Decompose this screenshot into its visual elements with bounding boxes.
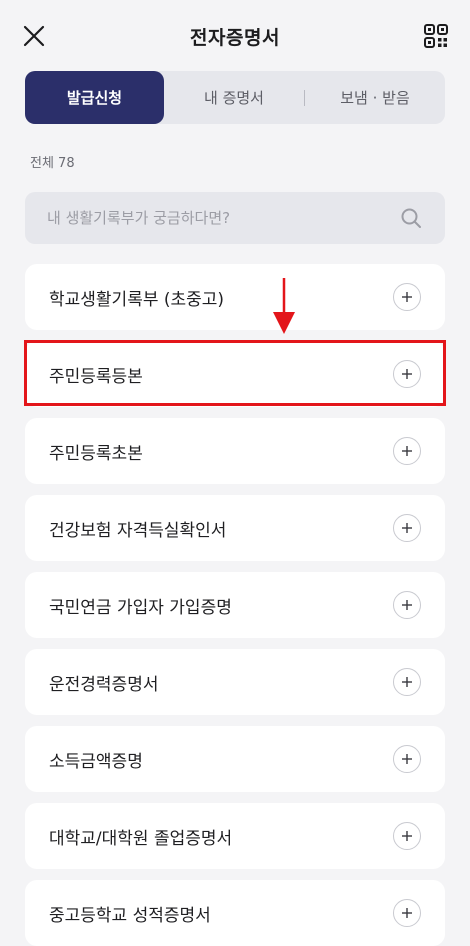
search-input[interactable] <box>47 209 399 227</box>
tab-my-certificates[interactable]: 내 증명서 <box>164 71 304 124</box>
plus-icon[interactable] <box>393 360 421 388</box>
app-screen: 전자증명서 발급신청 내 증명서 보냄 · 받음 전체 78 내 생활기록부가 … <box>0 0 470 946</box>
list-item[interactable]: 건강보험 자격득실확인서 <box>25 495 445 561</box>
plus-icon[interactable] <box>393 745 421 773</box>
plus-icon[interactable] <box>393 437 421 465</box>
plus-icon[interactable] <box>393 591 421 619</box>
item-label: 운전경력증명서 <box>49 674 159 695</box>
search-icon[interactable] <box>399 206 423 230</box>
item-label: 대학교/대학원 졸업증명서 <box>49 828 233 849</box>
plus-icon[interactable] <box>393 283 421 311</box>
list-item[interactable]: 중고등학교 성적증명서 <box>25 880 445 946</box>
close-icon[interactable] <box>20 22 48 50</box>
list-item[interactable]: 주민등록초본 <box>25 418 445 484</box>
tab-bar: 발급신청 내 증명서 보냄 · 받음 <box>25 71 445 124</box>
item-label: 국민연금 가입자 가입증명 <box>49 597 232 618</box>
list-item[interactable]: 운전경력증명서 <box>25 649 445 715</box>
tab-label: 발급신청 <box>66 89 123 107</box>
list-item[interactable]: 학교생활기록부 (초중고) <box>25 264 445 330</box>
plus-icon[interactable] <box>393 899 421 927</box>
search-bar[interactable] <box>25 192 445 244</box>
arrow-down-icon <box>273 278 295 334</box>
item-label: 건강보험 자격득실확인서 <box>49 520 227 541</box>
item-label: 학교생활기록부 (초중고) <box>49 289 225 310</box>
item-label: 주민등록초본 <box>49 443 143 464</box>
list-item[interactable]: 주민등록등본 <box>25 341 445 407</box>
list-item[interactable]: 대학교/대학원 졸업증명서 <box>25 803 445 869</box>
page-title: 전자증명서 <box>190 26 280 49</box>
item-label: 중고등학교 성적증명서 <box>49 905 211 926</box>
tab-sent-received[interactable]: 보냄 · 받음 <box>305 71 445 124</box>
list-item[interactable]: 국민연금 가입자 가입증명 <box>25 572 445 638</box>
tab-issue-request[interactable]: 발급신청 <box>25 71 164 124</box>
certificate-list: 학교생활기록부 (초중고) 주민등록등본 주민등록초본 건강보험 자격득실확인서… <box>25 264 445 946</box>
tab-label: 내 증명서 <box>204 89 264 107</box>
total-count: 전체 78 <box>30 156 75 171</box>
plus-icon[interactable] <box>393 514 421 542</box>
item-label: 주민등록등본 <box>49 366 143 387</box>
header: 전자증명서 <box>0 0 470 72</box>
tab-label: 보냄 · 받음 <box>340 89 410 107</box>
list-item[interactable]: 소득금액증명 <box>25 726 445 792</box>
qr-code-icon[interactable] <box>422 22 450 50</box>
item-label: 소득금액증명 <box>49 751 143 772</box>
plus-icon[interactable] <box>393 822 421 850</box>
plus-icon[interactable] <box>393 668 421 696</box>
